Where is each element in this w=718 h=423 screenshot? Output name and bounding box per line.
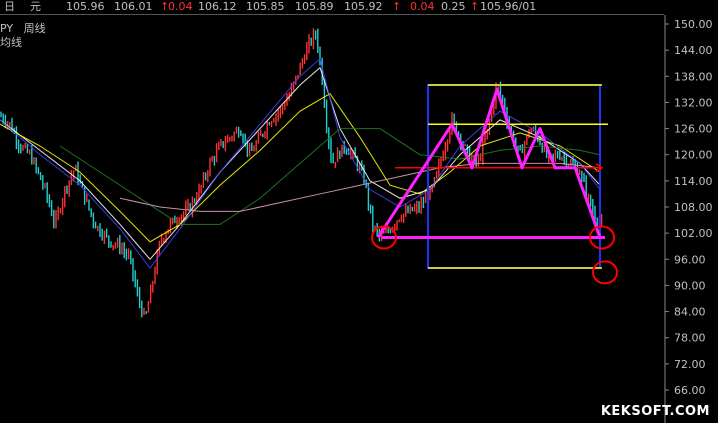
y-tick-label: 84.00 <box>674 306 706 319</box>
y-tick-label: 72.00 <box>674 358 706 371</box>
period-name: 周线 <box>23 22 46 35</box>
y-tick-label: 120.00 <box>674 149 713 162</box>
y-tick-label: 114.00 <box>674 175 713 188</box>
symbol-label: PY <box>0 22 14 35</box>
ma-label: 均线 <box>0 36 22 49</box>
quote-field: 0.04 <box>168 0 193 13</box>
quote-field: 105.96/01 <box>480 0 537 13</box>
pattern-box <box>427 84 601 269</box>
quote-field: 105.92 <box>344 0 383 13</box>
quote-field: 105.89 <box>295 0 334 13</box>
y-tick-label: 96.00 <box>674 253 706 266</box>
y-tick-label: 90.00 <box>674 279 706 292</box>
change-up-icon: ↑ <box>392 0 402 13</box>
y-tick-label: 108.00 <box>674 201 713 214</box>
quote-bar: 日 元 105.96 106.01 ↑ 0.04 106.12 105.85 1… <box>0 0 664 15</box>
highlight-circle <box>592 260 618 285</box>
quote-field: 0.04 <box>410 0 435 13</box>
y-tick-label: 102.00 <box>674 227 713 240</box>
candles <box>0 28 603 318</box>
y-tick-label: 126.00 <box>674 123 713 136</box>
y-tick-label: 132.00 <box>674 96 713 109</box>
y-tick-label: 150.00 <box>674 18 713 31</box>
currency-label: 元 <box>30 0 41 13</box>
quote-field: 106.12 <box>198 0 237 13</box>
y-tick-label: 78.00 <box>674 332 706 345</box>
y-tick-label: 138.00 <box>674 70 713 83</box>
ma-line-green <box>59 128 601 225</box>
change-up-icon: ↑ <box>470 0 480 13</box>
quote-field: 105.96 <box>66 0 105 13</box>
y-tick-label: 66.00 <box>674 384 706 397</box>
indicator-legend: PY 周线 均线 <box>0 22 46 50</box>
quote-field: 105.85 <box>246 0 285 13</box>
price-chart[interactable]: 150.00 144.00 138.00 132.00 126.00 120.00 114.… <box>0 0 718 423</box>
watermark: KEKSOFT.COM <box>600 404 710 419</box>
quote-field: 106.01 <box>114 0 153 13</box>
period-label: 日 <box>4 0 15 13</box>
y-tick-label: 144.00 <box>674 44 713 57</box>
quote-field: 0.25 <box>441 0 466 13</box>
